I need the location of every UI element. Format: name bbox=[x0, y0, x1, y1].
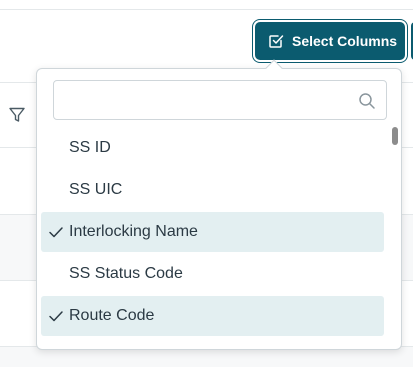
column-option-label: SS UIC bbox=[69, 181, 123, 198]
column-picker-dropdown: SS ID SS UIC Interlocking Name SS Status… bbox=[36, 68, 402, 350]
check-icon bbox=[48, 224, 64, 240]
column-search-input[interactable] bbox=[54, 81, 386, 119]
column-option-selected[interactable]: Interlocking Name bbox=[41, 212, 384, 252]
scrollbar-thumb[interactable] bbox=[392, 127, 398, 145]
column-option[interactable]: SS ID bbox=[41, 128, 384, 168]
table-divider bbox=[0, 9, 413, 10]
select-columns-button[interactable]: Select Columns bbox=[255, 22, 405, 60]
page: Select Columns SS ID SS UIC Interlocking… bbox=[0, 0, 413, 367]
check-icon bbox=[48, 308, 64, 324]
column-option-selected[interactable]: Route Code bbox=[41, 296, 384, 336]
search-icon bbox=[358, 92, 376, 110]
select-columns-label: Select Columns bbox=[292, 33, 398, 49]
column-search-field[interactable] bbox=[53, 80, 387, 120]
column-option[interactable]: SS Status Code bbox=[41, 254, 384, 294]
filter-icon[interactable] bbox=[8, 106, 26, 124]
column-option-label: SS ID bbox=[69, 139, 111, 156]
table-row bbox=[0, 347, 413, 367]
checkbox-icon bbox=[268, 33, 284, 49]
column-list: SS ID SS UIC Interlocking Name SS Status… bbox=[41, 128, 384, 338]
column-option-label: Interlocking Name bbox=[69, 223, 198, 240]
column-option[interactable]: SS UIC bbox=[41, 170, 384, 210]
scrollbar-track[interactable] bbox=[390, 125, 398, 349]
column-option-label: SS Status Code bbox=[69, 265, 183, 282]
column-option-label: Route Code bbox=[69, 307, 155, 324]
